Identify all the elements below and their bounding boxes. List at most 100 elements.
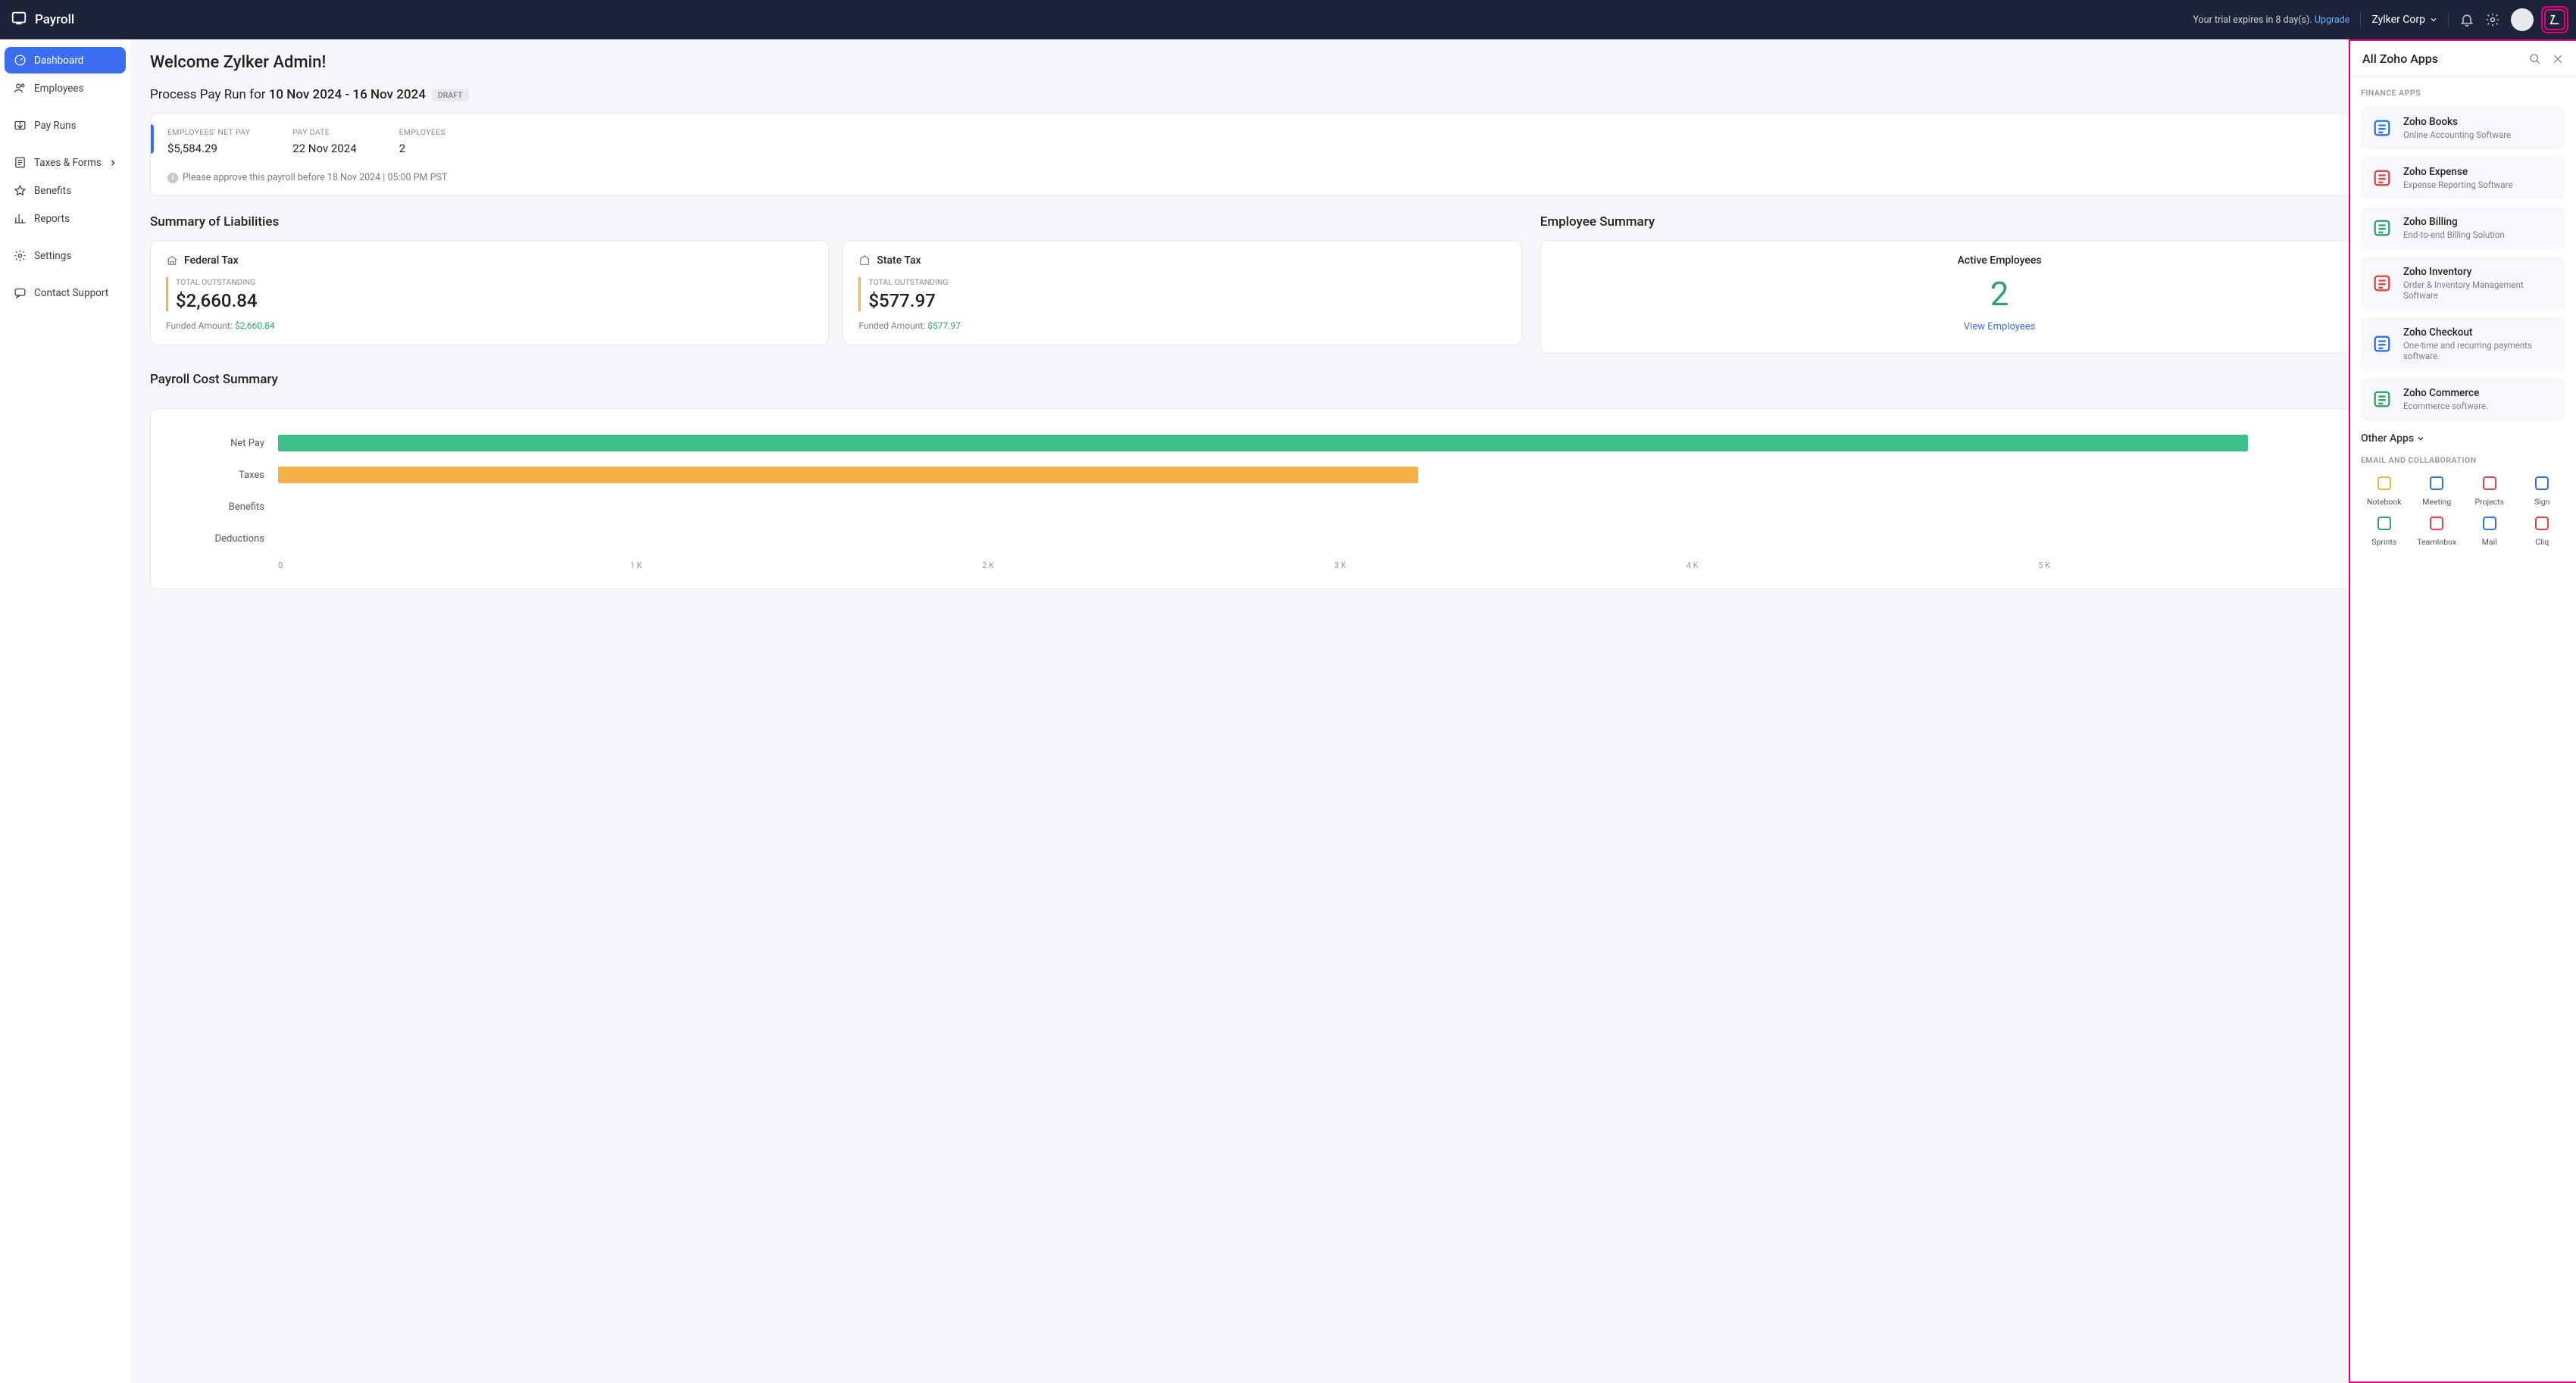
cost-summary-card: Net PayTaxesBenefitsDeductions01 K2 K3 K… bbox=[150, 408, 2556, 589]
sidebar-item-employees[interactable]: Employees bbox=[5, 75, 126, 101]
status-badge: DRAFT bbox=[432, 89, 469, 101]
app-small-tile[interactable]: Sign bbox=[2519, 474, 2566, 507]
liability-card-federal: Federal Tax TOTAL OUTSTANDING $2,660.84 … bbox=[150, 240, 829, 345]
federal-icon bbox=[166, 254, 178, 267]
sidebar-item-benefits[interactable]: Benefits bbox=[5, 177, 126, 204]
app-tile[interactable]: Zoho ExpenseExpense Reporting Software bbox=[2361, 157, 2565, 199]
people-icon bbox=[14, 82, 27, 95]
sidebar-item-label: Settings bbox=[34, 250, 71, 262]
payrun-icon bbox=[14, 119, 27, 132]
app-title: Payroll bbox=[35, 12, 74, 27]
app-icon bbox=[2533, 474, 2551, 492]
app-icon bbox=[2428, 514, 2446, 532]
sidebar-item-label: Employees bbox=[34, 83, 84, 95]
app-small-tile[interactable]: Notebook bbox=[2361, 474, 2408, 507]
app-tile[interactable]: Zoho InventoryOrder & Inventory Manageme… bbox=[2361, 257, 2565, 310]
cost-bar bbox=[278, 467, 1418, 483]
sidebar-item-taxes[interactable]: Taxes & Forms bbox=[5, 149, 126, 176]
main-content: Welcome Zylker Admin! Process Pay Run fo… bbox=[130, 39, 2576, 1383]
app-tile[interactable]: Zoho BillingEnd-to-end Billing Solution bbox=[2361, 207, 2565, 249]
cost-bar bbox=[278, 435, 2248, 451]
topbar: Payroll Your trial expires in 8 day(s). … bbox=[0, 0, 2576, 39]
app-small-tile[interactable]: Cliq bbox=[2519, 514, 2566, 547]
state-icon bbox=[858, 254, 871, 267]
sidebar-item-label: Benefits bbox=[34, 185, 71, 197]
zoho-apps-button[interactable] bbox=[2544, 9, 2565, 30]
upgrade-link[interactable]: Upgrade bbox=[2315, 14, 2350, 26]
apps-panel-title: All Zoho Apps bbox=[2362, 52, 2438, 66]
info-icon: i bbox=[167, 173, 178, 183]
close-icon[interactable] bbox=[2552, 53, 2564, 65]
payrun-card: EMPLOYEES' NET PAY $5,584.29 PAY DATE 22… bbox=[150, 113, 2556, 196]
chevron-down-icon bbox=[2417, 435, 2424, 442]
payrun-stat-employees: EMPLOYEES 2 bbox=[399, 127, 445, 155]
cost-summary-title: Payroll Cost Summary bbox=[150, 372, 278, 387]
sidebar-item-label: Taxes & Forms bbox=[34, 157, 102, 169]
chevron-right-icon bbox=[109, 159, 117, 167]
app-icon bbox=[2371, 333, 2393, 354]
app-icon bbox=[2533, 514, 2551, 532]
app-icon bbox=[2375, 514, 2393, 532]
app-tile[interactable]: Zoho BooksOnline Accounting Software bbox=[2361, 107, 2565, 149]
zoho-apps-panel: All Zoho Apps FINANCE APPS Zoho BooksOnl… bbox=[2349, 39, 2576, 1383]
cost-bar-row: Taxes bbox=[172, 459, 2390, 491]
app-small-tile[interactable]: Mail bbox=[2466, 514, 2513, 547]
separator bbox=[2448, 11, 2449, 28]
org-selector[interactable]: Zylker Corp bbox=[2371, 14, 2437, 26]
cost-bar-row: Benefits bbox=[172, 491, 2390, 523]
sidebar-item-dashboard[interactable]: Dashboard bbox=[5, 47, 126, 73]
other-apps-toggle[interactable]: Other Apps bbox=[2361, 432, 2565, 445]
apps-category-finance: FINANCE APPS bbox=[2361, 88, 2565, 98]
cost-bar-row: Net Pay bbox=[172, 427, 2390, 459]
app-small-tile[interactable]: Projects bbox=[2466, 474, 2513, 507]
liability-card-state: State Tax TOTAL OUTSTANDING $577.97 Fund… bbox=[843, 240, 1521, 345]
avatar[interactable] bbox=[2511, 8, 2534, 31]
sidebar-item-label: Dashboard bbox=[34, 55, 83, 67]
app-small-tile[interactable]: TeamInbox bbox=[2414, 514, 2461, 547]
view-employees-link[interactable]: View Employees bbox=[1556, 321, 2443, 332]
benefits-icon bbox=[14, 184, 27, 197]
app-icon bbox=[2371, 117, 2393, 139]
payrun-stat-paydate: PAY DATE 22 Nov 2024 bbox=[292, 127, 356, 155]
app-icon bbox=[2481, 514, 2499, 532]
sidebar-item-support[interactable]: Contact Support bbox=[5, 279, 126, 306]
welcome-heading: Welcome Zylker Admin! bbox=[150, 53, 2556, 72]
app-small-tile[interactable]: Meeting bbox=[2414, 474, 2461, 507]
app-icon bbox=[2481, 474, 2499, 492]
sidebar-item-label: Pay Runs bbox=[34, 120, 77, 132]
app-icon bbox=[2371, 273, 2393, 294]
sidebar-item-payruns[interactable]: Pay Runs bbox=[5, 112, 126, 139]
cost-bar-row: Deductions bbox=[172, 523, 2390, 554]
app-logo-icon bbox=[11, 10, 27, 30]
payrun-note: i Please approve this payroll before 18 … bbox=[151, 164, 2556, 195]
app-icon bbox=[2371, 167, 2393, 189]
cost-bar-chart: Net PayTaxesBenefitsDeductions01 K2 K3 K… bbox=[172, 427, 2390, 570]
liabilities-title: Summary of Liabilities bbox=[150, 214, 1522, 229]
support-icon bbox=[14, 286, 27, 299]
payrun-heading: Process Pay Run for 10 Nov 2024 - 16 Nov… bbox=[150, 87, 2556, 102]
sidebar-item-settings[interactable]: Settings bbox=[5, 242, 126, 269]
app-tile[interactable]: Zoho CheckoutOne-time and recurring paym… bbox=[2361, 317, 2565, 370]
employee-count: 2 bbox=[1556, 274, 2443, 314]
taxes-icon bbox=[14, 156, 27, 169]
trial-notice: Your trial expires in 8 day(s). Upgrade bbox=[2193, 14, 2350, 26]
gear-icon bbox=[14, 249, 27, 262]
sidebar-item-label: Contact Support bbox=[34, 287, 108, 299]
separator bbox=[2360, 11, 2361, 28]
sidebar: Dashboard Employees Pay Runs Taxes & For… bbox=[0, 39, 130, 1383]
app-small-tile[interactable]: Sprints bbox=[2361, 514, 2408, 547]
gear-icon[interactable] bbox=[2485, 12, 2500, 27]
payrun-stat-netpay: EMPLOYEES' NET PAY $5,584.29 bbox=[167, 127, 250, 155]
app-icon bbox=[2428, 474, 2446, 492]
sidebar-item-label: Reports bbox=[34, 213, 70, 225]
sidebar-item-reports[interactable]: Reports bbox=[5, 205, 126, 232]
search-icon[interactable] bbox=[2529, 53, 2541, 65]
apps-category-email: EMAIL AND COLLABORATION bbox=[2361, 455, 2565, 465]
app-icon bbox=[2375, 474, 2393, 492]
app-icon bbox=[2371, 217, 2393, 239]
app-icon bbox=[2371, 389, 2393, 410]
app-tile[interactable]: Zoho CommerceEcommerce software. bbox=[2361, 378, 2565, 420]
bell-icon[interactable] bbox=[2459, 12, 2474, 27]
chevron-down-icon bbox=[2430, 16, 2437, 23]
reports-icon bbox=[14, 212, 27, 225]
